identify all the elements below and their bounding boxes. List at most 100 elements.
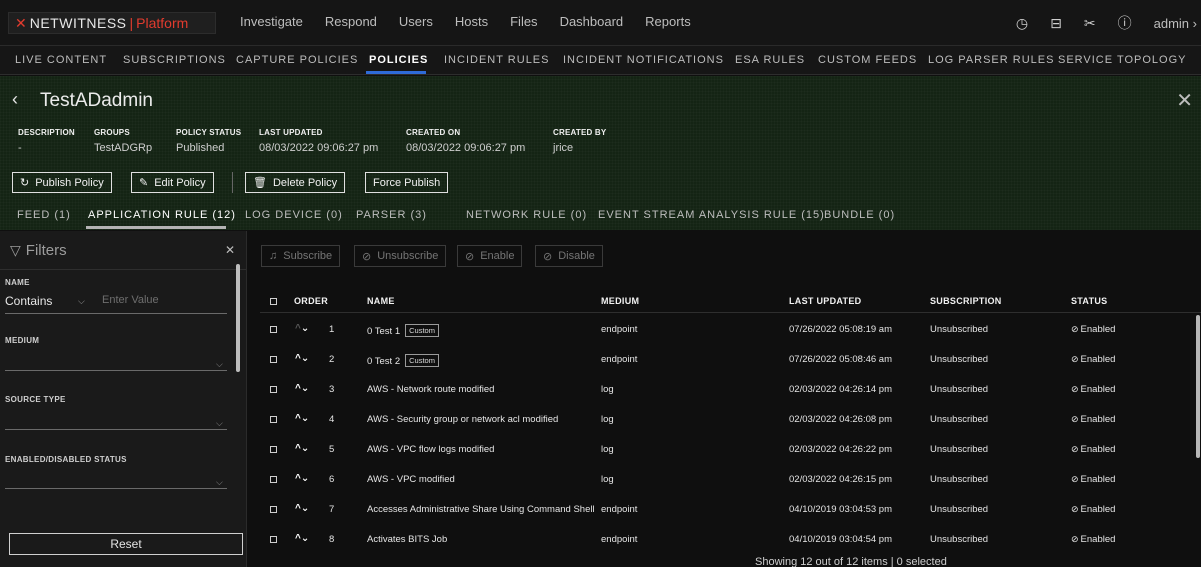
move-down-icon[interactable]: ⌄ (301, 353, 309, 364)
row-name-cell[interactable]: Accesses Administrative Share Using Comm… (367, 504, 595, 515)
tab-log-parser-rules[interactable]: LOG PARSER RULES (928, 54, 1054, 66)
move-down-icon[interactable]: ⌄ (301, 503, 309, 514)
column-order[interactable]: ORDER (294, 296, 328, 306)
disable-button[interactable]: ⊘ Disable (535, 245, 603, 267)
netwitness-logo[interactable]: ✕ NETWITNESS | Platform (8, 12, 216, 34)
column-subscription[interactable]: SUBSCRIPTION (930, 296, 1002, 306)
status-dropdown-chevron-icon[interactable]: ⌵ (216, 477, 223, 488)
table-row[interactable]: ^⌄ 2 0 Test 2 Custom endpoint 07/26/2022 05:0… (260, 345, 1201, 375)
filters-scrollbar[interactable] (236, 264, 240, 372)
tab-network-rule[interactable]: NETWORK RULE (0) (466, 209, 587, 221)
filter-source-type-select[interactable] (5, 429, 227, 430)
tab-esa-rule[interactable]: EVENT STREAM ANALYSIS RULE (15) (598, 209, 825, 221)
table-scrollbar[interactable] (1196, 315, 1200, 458)
edit-policy-button[interactable]: ✎ Edit Policy (131, 172, 214, 193)
user-menu[interactable]: admin › (1154, 16, 1197, 31)
reorder-arrows-icon[interactable]: ^⌄ (295, 473, 309, 484)
column-status[interactable]: STATUS (1071, 296, 1107, 306)
filter-status-select[interactable] (5, 488, 227, 489)
row-checkbox[interactable] (270, 476, 277, 483)
back-arrow-icon[interactable]: ‹ (12, 89, 18, 110)
row-checkbox[interactable] (270, 386, 277, 393)
nav-respond[interactable]: Respond (325, 14, 377, 29)
tab-application-rule[interactable]: APPLICATION RULE (12) (88, 209, 236, 221)
reorder-arrows-icon[interactable]: ^⌄ (295, 323, 309, 334)
row-checkbox[interactable] (270, 326, 277, 333)
tab-bundle[interactable]: BUNDLE (0) (824, 209, 895, 221)
tab-live-content[interactable]: LIVE CONTENT (15, 54, 107, 66)
chevron-down-icon[interactable]: ⌵ (78, 296, 85, 307)
move-down-icon[interactable]: ⌄ (301, 413, 309, 424)
delete-policy-button[interactable]: 🗑 Delete Policy (245, 172, 346, 193)
move-down-icon[interactable]: ⌄ (301, 443, 309, 454)
row-name-cell[interactable]: 0 Test 2 Custom (367, 354, 439, 367)
force-publish-button[interactable]: Force Publish (365, 172, 449, 193)
nav-reports[interactable]: Reports (645, 14, 691, 29)
nav-users[interactable]: Users (399, 14, 433, 29)
column-medium[interactable]: MEDIUM (601, 296, 639, 306)
tab-parser[interactable]: PARSER (3) (356, 209, 427, 221)
close-icon[interactable]: ✕ (1176, 88, 1193, 113)
tab-subscriptions[interactable]: SUBSCRIPTIONS (123, 54, 226, 66)
row-name-cell[interactable]: AWS - Security group or network acl modi… (367, 414, 558, 425)
tab-service-topology[interactable]: SERVICE TOPOLOGY (1058, 54, 1187, 66)
table-row[interactable]: ^⌄ 1 0 Test 1 Custom endpoint 07/26/2022 05:0… (260, 315, 1201, 345)
nav-investigate[interactable]: Investigate (240, 14, 303, 29)
reorder-arrows-icon[interactable]: ^⌄ (295, 383, 309, 394)
table-row[interactable]: ^⌄ 8 Activates BITS Job endpoint 04/10/2019 … (260, 525, 1201, 555)
help-icon[interactable]: ⓘ (1118, 13, 1132, 33)
move-down-icon[interactable]: ⌄ (301, 383, 309, 394)
unsubscribe-button[interactable]: ⊘ Unsubscribe (354, 245, 447, 267)
publish-policy-button[interactable]: ↻ Publish Policy (12, 172, 112, 193)
enable-button[interactable]: ⊘ Enable (457, 245, 523, 267)
reorder-arrows-icon[interactable]: ^⌄ (295, 353, 309, 364)
column-name[interactable]: NAME (367, 296, 395, 306)
filter-value-input[interactable]: Enter Value (102, 294, 159, 306)
nav-hosts[interactable]: Hosts (455, 14, 488, 29)
filter-operator-select[interactable]: Contains (5, 294, 52, 308)
row-name-cell[interactable]: AWS - VPC modified (367, 474, 455, 485)
nav-dashboard[interactable]: Dashboard (560, 14, 624, 29)
reorder-arrows-icon[interactable]: ^⌄ (295, 503, 309, 514)
filter-medium-select[interactable] (5, 370, 227, 371)
row-checkbox[interactable] (270, 536, 277, 543)
table-row[interactable]: ^⌄ 5 AWS - VPC flow logs modified log 02/03/… (260, 435, 1201, 465)
row-name-cell[interactable]: AWS - Network route modified (367, 384, 494, 395)
move-down-icon[interactable]: ⌄ (301, 323, 309, 334)
tab-incident-rules[interactable]: INCIDENT RULES (444, 54, 549, 66)
medium-dropdown-chevron-icon[interactable]: ⌵ (216, 359, 223, 370)
reorder-arrows-icon[interactable]: ^⌄ (295, 443, 309, 454)
tools-icon[interactable]: ✂ (1084, 15, 1096, 32)
subscribe-button[interactable]: ♫ Subscribe (261, 245, 341, 267)
select-all-checkbox[interactable] (270, 298, 277, 305)
table-row[interactable]: ^⌄ 3 AWS - Network route modified log 02/03/… (260, 375, 1201, 405)
table-row[interactable]: ^⌄ 4 AWS - Security group or network acl m… (260, 405, 1201, 435)
settings-icon[interactable]: ⊟ (1050, 15, 1062, 32)
row-name-cell[interactable]: AWS - VPC flow logs modified (367, 444, 494, 455)
close-filters-icon[interactable]: ✕ (225, 243, 235, 257)
reorder-arrows-icon[interactable]: ^⌄ (295, 533, 309, 544)
tab-log-device[interactable]: LOG DEVICE (0) (245, 209, 343, 221)
row-checkbox[interactable] (270, 416, 277, 423)
table-row[interactable]: ^⌄ 7 Accesses Administrative Share Using C… (260, 495, 1201, 525)
reorder-arrows-icon[interactable]: ^⌄ (295, 413, 309, 424)
tab-esa-rules[interactable]: ESA RULES (735, 54, 805, 66)
row-checkbox[interactable] (270, 446, 277, 453)
row-name-cell[interactable]: Activates BITS Job (367, 534, 447, 545)
tab-capture-policies[interactable]: CAPTURE POLICIES (236, 54, 358, 66)
reset-filters-button[interactable]: Reset (9, 533, 243, 555)
source-type-dropdown-chevron-icon[interactable]: ⌵ (216, 418, 223, 429)
table-row[interactable]: ^⌄ 6 AWS - VPC modified log 02/03/2022 04:26… (260, 465, 1201, 495)
timer-icon[interactable]: ◷ (1016, 15, 1028, 32)
nav-files[interactable]: Files (510, 14, 537, 29)
row-checkbox[interactable] (270, 356, 277, 363)
tab-incident-notifications[interactable]: INCIDENT NOTIFICATIONS (563, 54, 724, 66)
move-down-icon[interactable]: ⌄ (301, 473, 309, 484)
tab-feed[interactable]: FEED (1) (17, 209, 71, 221)
move-down-icon[interactable]: ⌄ (301, 533, 309, 544)
tab-custom-feeds[interactable]: CUSTOM FEEDS (818, 54, 917, 66)
column-last-updated[interactable]: LAST UPDATED (789, 296, 861, 306)
row-name-cell[interactable]: 0 Test 1 Custom (367, 324, 439, 337)
row-checkbox[interactable] (270, 506, 277, 513)
tab-policies[interactable]: POLICIES (369, 54, 428, 66)
